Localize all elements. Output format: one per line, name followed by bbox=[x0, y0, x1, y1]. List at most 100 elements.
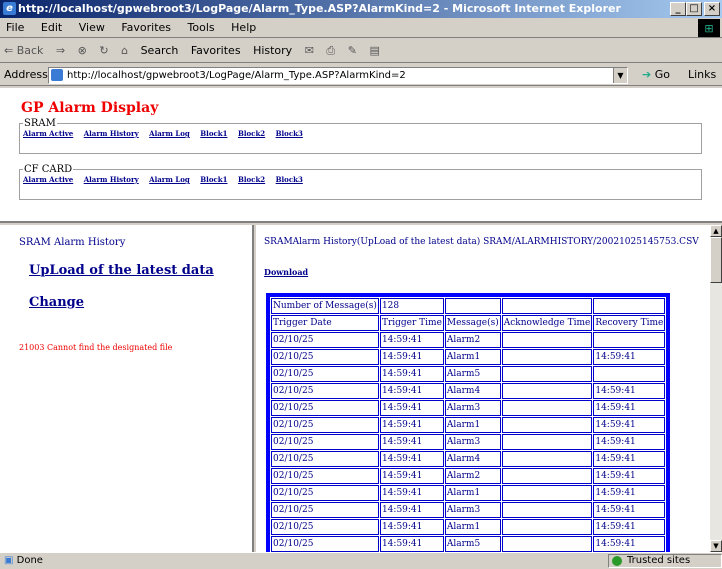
scroll-up-icon[interactable]: ▲ bbox=[710, 225, 722, 237]
ie-icon: e bbox=[3, 2, 16, 15]
discuss-button[interactable]: ▤ bbox=[369, 44, 379, 57]
cf-alarm-active-link[interactable]: Alarm Active bbox=[23, 175, 73, 184]
toolbar: ⇐ Back ⇒ ⊗ ↻ ⌂ Search Favorites History … bbox=[0, 39, 722, 63]
forward-button[interactable]: ⇒ bbox=[56, 44, 65, 57]
edit-button[interactable]: ✎ bbox=[348, 44, 357, 57]
page-title: GP Alarm Display bbox=[21, 100, 159, 116]
table-cell: Alarm4 bbox=[444, 383, 501, 399]
browser-window: e http://localhost/gpwebroot3/LogPage/Al… bbox=[0, 0, 722, 568]
mail-button[interactable]: ✉ bbox=[305, 44, 314, 57]
left-heading: SRAM Alarm History bbox=[19, 237, 126, 248]
address-dropdown-icon[interactable]: ▼ bbox=[613, 68, 627, 83]
table-cell: 14:59:41 bbox=[593, 536, 666, 552]
header-messages: Message(s) bbox=[444, 315, 501, 331]
change-link[interactable]: Change bbox=[29, 295, 84, 310]
title-bar: e http://localhost/gpwebroot3/LogPage/Al… bbox=[0, 0, 722, 18]
cf-alarm-log-link[interactable]: Alarm Log bbox=[149, 175, 190, 184]
table-row: 02/10/25 14:59:41 Alarm1 14:59:41 bbox=[271, 485, 666, 501]
table-cell bbox=[501, 417, 593, 433]
menu-view[interactable]: View bbox=[79, 21, 105, 34]
table-cell bbox=[501, 485, 593, 501]
menu-file[interactable]: File bbox=[6, 21, 24, 34]
count-row: Number of Message(s) 128 bbox=[271, 298, 666, 314]
maximize-button[interactable]: □ bbox=[686, 2, 702, 16]
table-cell: 02/10/25 bbox=[271, 383, 379, 399]
stop-button[interactable]: ⊗ bbox=[78, 44, 87, 57]
table-cell: 14:59:41 bbox=[379, 349, 444, 365]
table-cell: 14:59:41 bbox=[593, 519, 666, 535]
right-frame: SRAMAlarm History(UpLoad of the latest d… bbox=[256, 225, 710, 552]
left-frame: SRAM Alarm History UpLoad of the latest … bbox=[0, 225, 254, 552]
address-label: Address bbox=[4, 68, 48, 81]
search-button[interactable]: Search bbox=[141, 44, 179, 57]
links-button[interactable]: Links bbox=[688, 64, 716, 86]
header-recovery-time: Recovery Time bbox=[593, 315, 666, 331]
table-cell: Alarm3 bbox=[444, 400, 501, 416]
cf-block1-link[interactable]: Block1 bbox=[200, 175, 227, 184]
table-cell: 14:59:41 bbox=[379, 485, 444, 501]
windows-logo-icon: ⊞ bbox=[698, 19, 720, 37]
table-cell: 14:59:41 bbox=[593, 434, 666, 450]
sram-alarm-history-link[interactable]: Alarm History bbox=[84, 129, 139, 138]
table-row: 02/10/25 14:59:41 Alarm1 14:59:41 bbox=[271, 349, 666, 365]
minimize-button[interactable]: _ bbox=[670, 2, 686, 16]
status-bar: ▣ Done Trusted sites bbox=[0, 552, 722, 568]
refresh-button[interactable]: ↻ bbox=[99, 44, 108, 57]
table-cell: 14:59:41 bbox=[593, 485, 666, 501]
table-cell bbox=[501, 502, 593, 518]
menu-edit[interactable]: Edit bbox=[41, 21, 62, 34]
table-cell: 02/10/25 bbox=[271, 417, 379, 433]
scroll-down-icon[interactable]: ▼ bbox=[710, 540, 722, 552]
history-button[interactable]: History bbox=[253, 44, 292, 57]
sram-block2-link[interactable]: Block2 bbox=[238, 129, 265, 138]
table-cell bbox=[501, 332, 593, 348]
table-cell bbox=[501, 451, 593, 467]
sram-alarm-log-link[interactable]: Alarm Log bbox=[149, 129, 190, 138]
cf-alarm-history-link[interactable]: Alarm History bbox=[84, 175, 139, 184]
zone-label: Trusted sites bbox=[627, 555, 691, 566]
table-cell: 02/10/25 bbox=[271, 400, 379, 416]
sram-block3-link[interactable]: Block3 bbox=[276, 129, 303, 138]
table-cell: Alarm1 bbox=[444, 519, 501, 535]
upload-latest-data-link[interactable]: UpLoad of the latest data bbox=[29, 263, 214, 278]
table-cell: Alarm5 bbox=[444, 366, 501, 382]
menu-tools[interactable]: Tools bbox=[188, 21, 215, 34]
home-button[interactable]: ⌂ bbox=[121, 44, 128, 57]
scroll-thumb[interactable] bbox=[710, 237, 722, 283]
table-row: 02/10/25 14:59:41 Alarm3 14:59:41 bbox=[271, 502, 666, 518]
top-frame: GP Alarm Display SRAM Alarm Active Alarm… bbox=[0, 88, 722, 223]
favorites-button[interactable]: Favorites bbox=[191, 44, 241, 57]
table-cell bbox=[501, 434, 593, 450]
menu-favorites[interactable]: Favorites bbox=[121, 21, 171, 34]
right-heading: SRAMAlarm History(UpLoad of the latest d… bbox=[264, 237, 699, 247]
table-cell: 02/10/25 bbox=[271, 502, 379, 518]
table-cell: 02/10/25 bbox=[271, 332, 379, 348]
download-link[interactable]: Download bbox=[264, 267, 308, 277]
go-button[interactable]: ➔ Go bbox=[642, 64, 670, 86]
sram-alarm-active-link[interactable]: Alarm Active bbox=[23, 129, 73, 138]
count-label: Number of Message(s) bbox=[271, 298, 379, 314]
error-message: 21003 Cannot find the designated file bbox=[19, 343, 173, 352]
table-row: 02/10/25 14:59:41 Alarm3 14:59:41 bbox=[271, 400, 666, 416]
table-cell: 14:59:41 bbox=[593, 468, 666, 484]
address-input[interactable]: http://localhost/gpwebroot3/LogPage/Alar… bbox=[48, 67, 628, 84]
sram-block1-link[interactable]: Block1 bbox=[200, 129, 227, 138]
table-cell: 02/10/25 bbox=[271, 434, 379, 450]
vertical-scrollbar[interactable]: ▲ ▼ bbox=[710, 225, 722, 552]
table-cell: 14:59:41 bbox=[379, 502, 444, 518]
close-button[interactable]: × bbox=[704, 2, 720, 16]
count-empty-cell bbox=[444, 298, 501, 314]
count-empty-cell bbox=[501, 298, 593, 314]
alarm-table-body: Number of Message(s) 128 Trigger Date Tr… bbox=[271, 298, 666, 552]
table-cell: 14:59:41 bbox=[379, 332, 444, 348]
cf-block3-link[interactable]: Block3 bbox=[276, 175, 303, 184]
back-button[interactable]: ⇐ Back bbox=[4, 44, 43, 57]
table-row: 02/10/25 14:59:41 Alarm3 14:59:41 bbox=[271, 434, 666, 450]
table-cell: 14:59:41 bbox=[379, 383, 444, 399]
cf-block2-link[interactable]: Block2 bbox=[238, 175, 265, 184]
print-button[interactable]: ⎙ bbox=[326, 44, 335, 57]
table-cell: 14:59:41 bbox=[593, 502, 666, 518]
cf-card-nav: Alarm Active Alarm History Alarm Log Blo… bbox=[23, 175, 698, 184]
header-trigger-time: Trigger Time bbox=[379, 315, 444, 331]
menu-help[interactable]: Help bbox=[231, 21, 256, 34]
